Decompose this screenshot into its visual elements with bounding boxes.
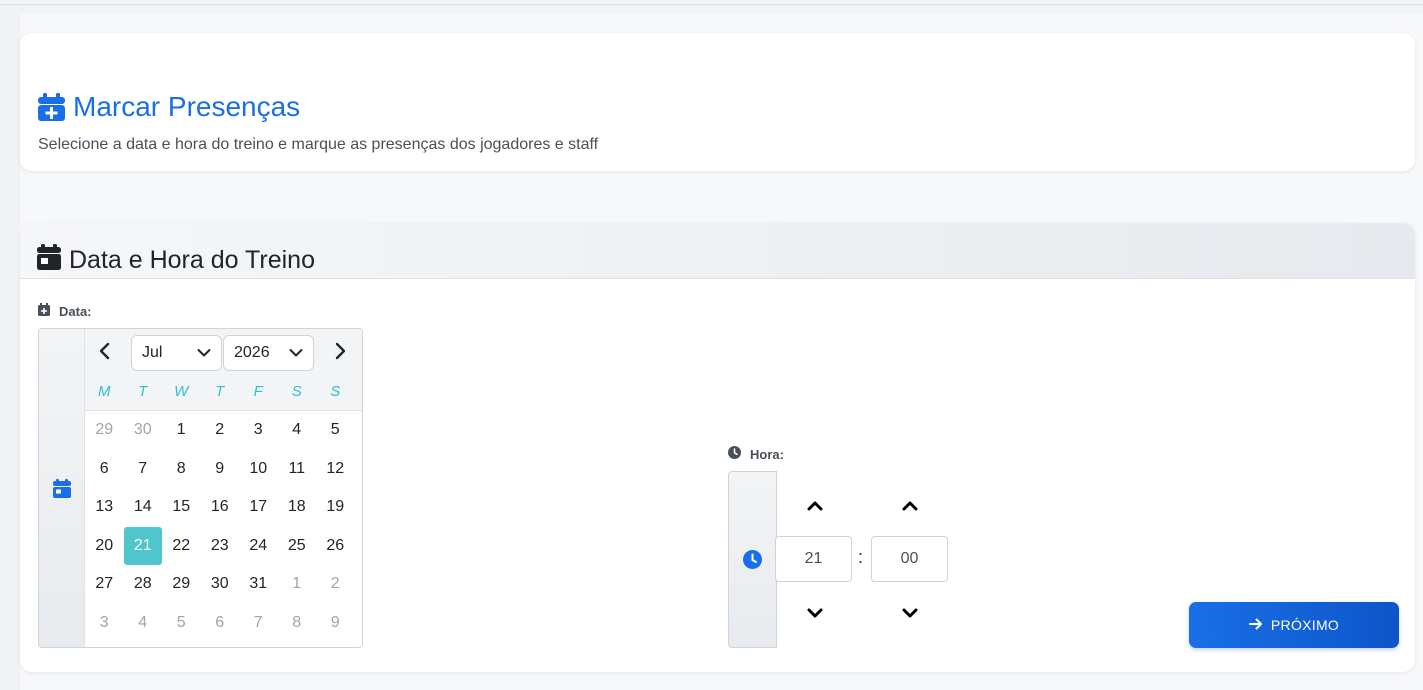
minute-increment-chevron-up-icon[interactable] [900,498,920,514]
calendar-day[interactable]: 10 [239,450,278,489]
arrow-right-icon [1248,617,1263,633]
calendar-day[interactable]: 7 [239,604,278,643]
calendar-day[interactable]: 16 [201,488,240,527]
calendar-grid: 29 30 1 2 3 4 5 6 7 8 9 10 11 12 13 14 15 16 17 18 19 20 21 22 2… [85,411,362,643]
chevron-down-icon [197,349,211,357]
calendar-day[interactable]: 3 [85,604,124,643]
calendar-day[interactable]: 1 [162,411,201,450]
calendar-day[interactable]: 24 [239,527,278,566]
time-separator: : [858,547,864,567]
section-title: Data e Hora do Treino [69,245,315,274]
calendar-day[interactable]: 1 [278,565,317,604]
time-picker: 21 : 00 [728,471,948,648]
calendar-week-row: 6 7 8 9 10 11 12 [85,450,362,489]
hour-input[interactable]: 21 [775,536,852,582]
weekday-label: S [330,383,341,400]
date-picker-addon [39,329,85,647]
chevron-left-icon[interactable] [95,341,115,361]
weekday-label: M [98,383,111,400]
date-picker[interactable]: Jul 2026 MTWTFSS 29 30 1 2 3 4 5 6 7 8 9 10 11 12 13 14… [38,328,363,648]
calendar-day[interactable]: 4 [124,604,163,643]
weekday-label: S [291,383,302,400]
page-title-row: Marcar Presenças [38,91,300,123]
calendar-day[interactable]: 29 [85,411,124,450]
calendar-plus-icon [38,93,65,121]
calendar-day[interactable]: 22 [162,527,201,566]
next-button[interactable]: PRÓXIMO [1189,602,1399,648]
weekday-label: T [138,383,148,400]
chevron-right-icon[interactable] [330,341,350,361]
month-select[interactable]: Jul [131,335,222,371]
next-button-label: PRÓXIMO [1270,617,1340,633]
calendar-day[interactable]: 30 [201,565,240,604]
time-label: Hora: [728,446,784,462]
calendar-day[interactable]: 4 [278,411,317,450]
calendar-day[interactable]: 27 [85,565,124,604]
hour-decrement-chevron-down-icon[interactable] [805,605,825,621]
calendar-week-row: 20 21 22 23 24 25 26 [85,526,362,566]
calendar-day[interactable]: 31 [239,565,278,604]
calendar-day[interactable]: 20 [85,527,124,566]
time-label-text: Hora: [750,446,784,462]
calendar-day[interactable]: 9 [201,450,240,489]
calendar-day[interactable]: 15 [162,488,201,527]
section-title-row: Data e Hora do Treino [37,244,315,275]
calendar-plus-icon [38,303,50,319]
calendar-day[interactable]: 14 [124,488,163,527]
calendar-day[interactable]: 8 [162,450,201,489]
calendar-day[interactable]: 26 [316,527,355,566]
calendar-day[interactable]: 19 [316,488,355,527]
calendar-day[interactable]: 2 [201,411,240,450]
calendar-day[interactable]: 23 [201,527,240,566]
calendar-day[interactable]: 17 [239,488,278,527]
date-label: Data: [38,303,92,319]
weekday-header: MTWTFSS [85,374,362,411]
calendar-day[interactable]: 9 [316,604,355,643]
calendar-day[interactable]: 6 [85,450,124,489]
hour-increment-chevron-up-icon[interactable] [805,498,825,514]
minute-input[interactable]: 00 [871,536,948,582]
calendar-week-row: 27 28 29 30 31 1 2 [85,565,362,604]
year-select[interactable]: 2026 [223,335,314,371]
calendar-day[interactable]: 3 [239,411,278,450]
calendar-week-row: 13 14 15 16 17 18 19 [85,488,362,527]
weekday-label: F [253,383,263,400]
clock-icon [728,446,741,462]
date-label-text: Data: [59,303,92,319]
weekday-label: T [215,383,225,400]
calendar-day[interactable]: 5 [316,411,355,450]
browser-top-edge [0,0,1423,5]
calendar-day[interactable]: 7 [124,450,163,489]
calendar-day-selected[interactable]: 21 [123,526,162,565]
calendar-day[interactable]: 5 [162,604,201,643]
calendar-day[interactable]: 11 [278,450,317,489]
page-title: Marcar Presenças [73,91,301,122]
year-value: 2026 [234,344,270,361]
calendar-day[interactable]: 18 [278,488,317,527]
weekday-label: W [174,383,189,400]
minute-decrement-chevron-down-icon[interactable] [900,605,920,621]
calendar-day[interactable]: 8 [278,604,317,643]
calendar-day[interactable]: 12 [316,450,355,489]
calendar-day[interactable]: 2 [316,565,355,604]
calendar-nav: Jul 2026 [85,329,362,374]
calendar-day[interactable]: 29 [162,565,201,604]
header-card: Marcar Presenças Selecione a data e hora… [20,33,1415,171]
calendar-day[interactable]: 13 [85,488,124,527]
chevron-down-icon [289,349,303,357]
time-picker-addon [728,471,777,648]
month-value: Jul [142,344,163,361]
calendar-day[interactable]: 25 [278,527,317,566]
calendar-week-row: 29 30 1 2 3 4 5 [85,411,362,450]
card-header: Data e Hora do Treino [20,223,1415,279]
date-time-card: Data e Hora do Treino Data: Jul 2026 M T… [20,223,1415,672]
calendar-icon [37,244,61,275]
calendar-day[interactable]: 28 [124,565,163,604]
calendar-day[interactable]: 30 [124,411,163,450]
page-subtitle: Selecione a data e hora do treino e marq… [38,136,599,153]
calendar-week-row: 3456789 [85,604,362,643]
calendar-day[interactable]: 6 [201,604,240,643]
